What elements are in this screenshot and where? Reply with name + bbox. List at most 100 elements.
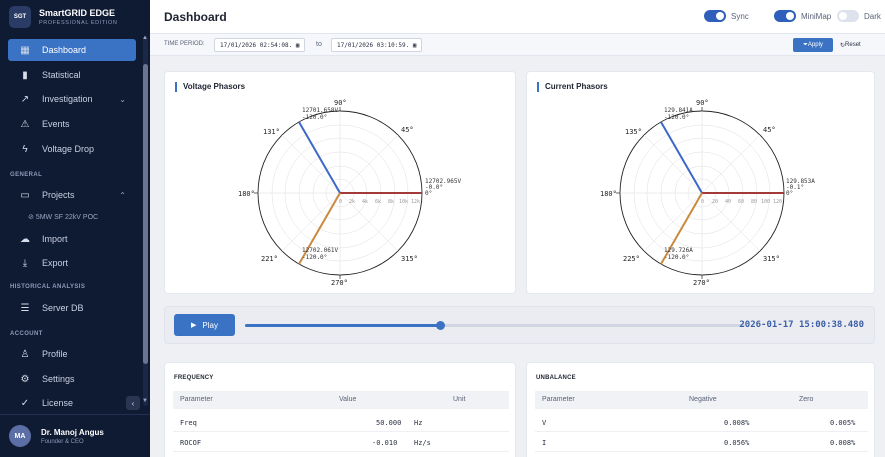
degree-label-90: 90° <box>334 99 347 107</box>
scroll-down-icon[interactable]: ▼ <box>142 398 148 404</box>
sidebar-item-label: Investigation <box>42 94 93 104</box>
degree-label-180: 180° <box>238 190 255 198</box>
play-button[interactable]: ▶ Play <box>174 314 235 336</box>
dark-switch[interactable] <box>837 10 859 22</box>
cell-value: -0.010 <box>372 439 398 447</box>
voltage-phasor-diagram[interactable]: 0 2k 4k 6k 8k 10k 12k 90° 45° 131° 180° … <box>165 72 517 295</box>
section-historical: HISTORICAL ANALYSIS <box>10 284 86 290</box>
phasor-ib-magnitude: 129.841A <box>664 107 693 114</box>
phasor-ib <box>660 121 703 194</box>
dark-toggle[interactable]: Dark <box>837 10 881 22</box>
timeline-progress <box>245 324 440 327</box>
sidebar-item-events[interactable]: ⚠ Events <box>8 113 136 135</box>
download-icon: ⤓ <box>22 257 28 269</box>
reset-button[interactable]: ↻ Reset <box>840 38 861 52</box>
minimap-toggle[interactable]: MiniMap <box>774 10 831 22</box>
check-circle-icon: ⊘ <box>28 214 34 221</box>
table-header: Parameter Value Unit <box>173 391 509 409</box>
timeline-thumb[interactable] <box>436 321 445 330</box>
to-date-input[interactable]: 17/01/2026 03:10:59. ▣ <box>331 38 423 52</box>
scroll-up-icon[interactable]: ▲ <box>142 35 148 41</box>
playback-bar: ▶ Play 2026-01-17 15:00:38.480 <box>164 306 875 344</box>
top-header: Dashboard Sync MiniMap Dark <box>150 0 885 34</box>
sidebar-item-server-db[interactable]: ☰ Server DB <box>8 297 136 319</box>
cell-zero: 0.008% <box>830 439 856 447</box>
degree-label-315: 315° <box>763 255 780 263</box>
badge-check-icon: ✓ <box>20 397 30 409</box>
folder-icon: ▭ <box>20 189 30 201</box>
cell-parameter: I <box>542 439 547 447</box>
sidebar-item-label: Settings <box>42 374 75 384</box>
ring-labels: 0 2k 4k 6k 8k 10k 12k <box>339 199 420 205</box>
cell-unit: Hz/s <box>414 439 431 447</box>
sidebar-item-label: Voltage Drop <box>42 144 95 154</box>
cell-parameter: V <box>542 419 547 427</box>
phasor-vb <box>298 121 341 194</box>
degree-label-225: 225° <box>623 255 640 263</box>
from-date-input[interactable]: 17/01/2026 02:54:08. ▣ <box>214 38 306 52</box>
sidebar: SGT SmartGRID EDGE PROFESSIONAL EDITION … <box>0 0 150 457</box>
section-general: GENERAL <box>10 172 43 178</box>
gear-icon: ⚙ <box>20 373 30 385</box>
cell-negative: 0.056% <box>724 439 750 447</box>
sidebar-item-projects[interactable]: ▭ Projects ⌃ <box>8 184 136 206</box>
user-role: Founder & CEO <box>41 438 84 445</box>
sidebar-item-license[interactable]: ✓ License <box>8 392 136 414</box>
phasor-vc-angle: -120.0° <box>302 254 327 261</box>
table-header: Parameter Negative Zero <box>535 391 868 409</box>
column-header: Value <box>339 396 357 403</box>
user-profile[interactable]: MA Dr. Manoj Angus Founder & CEO <box>0 414 150 457</box>
project-label: 5MW SF 22kV POC <box>35 214 99 221</box>
table-row: Freq 50.000 Hz <box>173 414 509 432</box>
cell-zero: 0.005% <box>830 419 856 427</box>
ring-label: 2k <box>349 199 355 205</box>
project-item[interactable]: ⊘ 5MW SF 22kV POC <box>28 213 98 221</box>
brand-logo: SGT <box>9 6 31 28</box>
ring-label: 10k <box>399 199 408 205</box>
unbalance-title: UNBALANCE <box>536 375 576 381</box>
bar-chart-icon: ▮ <box>22 69 28 81</box>
phasor-va-angle-2: 0° <box>425 190 432 197</box>
sync-toggle[interactable]: Sync <box>704 10 749 22</box>
phasor-ic-angle: -120.0° <box>664 254 689 261</box>
ring-label: 0 <box>339 199 342 205</box>
frequency-title: FREQUENCY <box>174 375 214 381</box>
degree-label-270: 270° <box>693 279 710 287</box>
sidebar-item-import[interactable]: ☁ Import <box>8 228 136 250</box>
sidebar-item-label: Profile <box>42 349 68 359</box>
cell-unit: Hz <box>414 419 423 427</box>
ring-label: 100 <box>761 199 770 205</box>
cell-parameter: Freq <box>180 419 197 427</box>
degree-label-135: 135° <box>625 128 642 136</box>
phasor-ic-magnitude: 129.726A <box>664 247 693 254</box>
sidebar-item-label: Statistical <box>42 70 81 80</box>
section-account: ACCOUNT <box>10 331 43 337</box>
sidebar-item-export[interactable]: ⤓ Export <box>8 252 136 274</box>
sidebar-item-settings[interactable]: ⚙ Settings <box>8 368 136 390</box>
apply-button[interactable]: ⏷ Apply <box>793 38 833 52</box>
sidebar-item-profile[interactable]: ♙ Profile <box>8 343 136 365</box>
sidebar-item-label: License <box>42 398 74 408</box>
sidebar-item-statistical[interactable]: ▮ Statistical <box>8 64 136 86</box>
sidebar-item-investigation[interactable]: ↗ Investigation ⌄ <box>8 88 136 110</box>
phasor-ia-angle-2: 0° <box>786 190 793 197</box>
sidebar-item-dashboard[interactable]: ▦ Dashboard <box>8 39 136 61</box>
user-name: Dr. Manoj Angus <box>41 427 104 437</box>
degree-label-90: 90° <box>696 99 709 107</box>
sync-label: Sync <box>731 11 749 21</box>
sidebar-scrollbar-thumb[interactable] <box>143 64 148 364</box>
current-phasors-card: Current Phasors 0 20 40 60 80 100 120 90… <box>526 71 875 294</box>
sidebar-item-label: Projects <box>42 190 75 200</box>
sync-switch[interactable] <box>704 10 726 22</box>
column-header: Negative <box>689 396 717 403</box>
brand-name: SmartGRID EDGE <box>39 8 116 18</box>
current-phasor-diagram[interactable]: 0 20 40 60 80 100 120 90° 45° 135° 180° … <box>527 72 876 295</box>
ring-label: 4k <box>362 199 368 205</box>
collapse-sidebar-button[interactable]: ‹ <box>126 396 140 410</box>
frequency-card: FREQUENCY Parameter Value Unit Freq 50.0… <box>164 362 516 457</box>
minimap-switch[interactable] <box>774 10 796 22</box>
sidebar-item-label: Server DB <box>42 303 84 313</box>
sidebar-item-voltage-drop[interactable]: ϟ Voltage Drop <box>8 138 136 160</box>
cell-negative: 0.008% <box>724 419 750 427</box>
phasor-vb-magnitude: 12701.658V <box>302 107 339 114</box>
